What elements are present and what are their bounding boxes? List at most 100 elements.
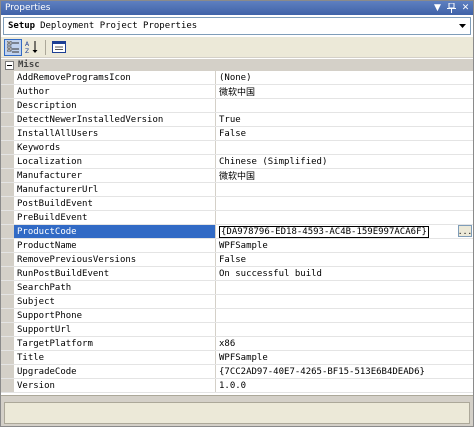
row-gutter <box>1 267 14 280</box>
toolbar: A Z <box>1 37 473 58</box>
property-name[interactable]: Keywords <box>14 141 216 154</box>
property-row[interactable]: ManufacturerUrl <box>1 183 473 197</box>
property-value[interactable]: False <box>216 253 473 266</box>
property-name[interactable]: DetectNewerInstalledVersion <box>14 113 216 126</box>
property-name[interactable]: UpgradeCode <box>14 365 216 378</box>
property-value[interactable] <box>216 141 473 154</box>
property-row[interactable]: SupportUrl <box>1 323 473 337</box>
property-row[interactable]: AddRemoveProgramsIcon (None) <box>1 71 473 85</box>
property-row[interactable]: PreBuildEvent <box>1 211 473 225</box>
property-value[interactable]: 微软中国 <box>216 85 473 98</box>
property-value-text: (None) <box>219 72 252 83</box>
property-row[interactable]: SupportPhone <box>1 309 473 323</box>
property-row[interactable]: RemovePreviousVersions False <box>1 253 473 267</box>
row-gutter <box>1 309 14 322</box>
property-row[interactable]: SearchPath <box>1 281 473 295</box>
property-value[interactable]: 微软中国 <box>216 169 473 182</box>
property-name[interactable]: Localization <box>14 155 216 168</box>
ellipsis-button[interactable]: ... <box>458 225 472 237</box>
toolbar-separator <box>45 39 46 55</box>
property-name[interactable]: AddRemoveProgramsIcon <box>14 71 216 84</box>
property-value[interactable] <box>216 323 473 336</box>
property-name[interactable]: InstallAllUsers <box>14 127 216 140</box>
property-name[interactable]: Description <box>14 99 216 112</box>
property-row[interactable]: UpgradeCode {7CC2AD97-40E7-4265-BF15-513E… <box>1 365 473 379</box>
property-row[interactable]: Title WPFSample <box>1 351 473 365</box>
property-name[interactable]: ProductName <box>14 239 216 252</box>
property-name[interactable]: PreBuildEvent <box>14 211 216 224</box>
row-gutter <box>1 253 14 266</box>
property-name[interactable]: ManufacturerUrl <box>14 183 216 196</box>
row-gutter <box>1 379 14 392</box>
property-value-text: False <box>219 254 247 265</box>
close-icon[interactable]: ✕ <box>459 2 472 14</box>
property-value[interactable]: True <box>216 113 473 126</box>
property-value[interactable] <box>216 183 473 196</box>
property-value[interactable]: 1.0.0 <box>216 379 473 392</box>
property-row[interactable]: PostBuildEvent <box>1 197 473 211</box>
property-value[interactable] <box>216 309 473 322</box>
object-selector[interactable]: Setup Deployment Project Properties <box>3 17 471 35</box>
row-gutter <box>1 351 14 364</box>
property-name[interactable]: Title <box>14 351 216 364</box>
property-name[interactable]: RunPostBuildEvent <box>14 267 216 280</box>
dropdown-arrow-icon[interactable]: ▼ <box>431 2 444 14</box>
property-value[interactable] <box>216 197 473 210</box>
property-value[interactable]: {DA978796-ED18-4593-AC4B-159E997ACA6F}..… <box>216 225 473 238</box>
property-row[interactable]: InstallAllUsers False <box>1 127 473 141</box>
alphabetical-button[interactable]: A Z <box>23 39 41 56</box>
property-value[interactable] <box>216 99 473 112</box>
property-row[interactable]: Keywords <box>1 141 473 155</box>
property-value-text: On successful build <box>219 268 322 279</box>
property-value[interactable]: False <box>216 127 473 140</box>
property-name[interactable]: ProductCode <box>14 225 216 238</box>
row-gutter <box>1 211 14 224</box>
property-value[interactable]: {7CC2AD97-40E7-4265-BF15-513E6B4DEAD6} <box>216 365 473 378</box>
property-value[interactable]: On successful build <box>216 267 473 280</box>
collapse-icon[interactable] <box>5 60 14 70</box>
property-row[interactable]: Manufacturer 微软中国 <box>1 169 473 183</box>
property-name[interactable]: Author <box>14 85 216 98</box>
property-row[interactable]: Description <box>1 99 473 113</box>
property-name[interactable]: TargetPlatform <box>14 337 216 350</box>
property-value[interactable]: WPFSample <box>216 239 473 252</box>
property-name[interactable]: RemovePreviousVersions <box>14 253 216 266</box>
property-value[interactable] <box>216 211 473 224</box>
property-value[interactable] <box>216 281 473 294</box>
row-gutter <box>1 141 14 154</box>
property-name[interactable]: PostBuildEvent <box>14 197 216 210</box>
property-name[interactable]: Version <box>14 379 216 392</box>
property-row[interactable]: ProductCode {DA978796-ED18-4593-AC4B-159E… <box>1 225 473 239</box>
property-value[interactable]: WPFSample <box>216 351 473 364</box>
category-misc[interactable]: Misc <box>1 59 473 71</box>
title-bar[interactable]: Properties ▼ ✕ <box>1 1 473 15</box>
property-name[interactable]: Manufacturer <box>14 169 216 182</box>
property-value-text: WPFSample <box>219 240 268 251</box>
property-pages-button[interactable] <box>50 39 68 56</box>
window-title: Properties <box>5 3 51 13</box>
property-row[interactable]: Localization Chinese (Simplified) <box>1 155 473 169</box>
property-name[interactable]: SearchPath <box>14 281 216 294</box>
row-gutter <box>1 127 14 140</box>
property-row[interactable]: ProductName WPFSample <box>1 239 473 253</box>
property-value[interactable]: (None) <box>216 71 473 84</box>
property-row[interactable]: TargetPlatform x86 <box>1 337 473 351</box>
row-gutter <box>1 225 14 238</box>
description-pane <box>1 400 473 426</box>
property-value[interactable]: x86 <box>216 337 473 350</box>
property-row[interactable]: RunPostBuildEvent On successful build <box>1 267 473 281</box>
property-value[interactable]: Chinese (Simplified) <box>216 155 473 168</box>
property-row[interactable]: Author 微软中国 <box>1 85 473 99</box>
properties-window: Properties ▼ ✕ Setup Deployment Project … <box>0 0 474 427</box>
property-row[interactable]: Version 1.0.0 <box>1 379 473 393</box>
property-value[interactable] <box>216 295 473 308</box>
row-gutter <box>1 85 14 98</box>
pin-icon[interactable] <box>445 2 458 14</box>
property-name[interactable]: SupportUrl <box>14 323 216 336</box>
property-row[interactable]: DetectNewerInstalledVersion True <box>1 113 473 127</box>
property-name[interactable]: Subject <box>14 295 216 308</box>
chevron-down-icon[interactable] <box>455 18 470 34</box>
property-name[interactable]: SupportPhone <box>14 309 216 322</box>
property-row[interactable]: Subject <box>1 295 473 309</box>
categorized-button[interactable] <box>4 38 22 56</box>
